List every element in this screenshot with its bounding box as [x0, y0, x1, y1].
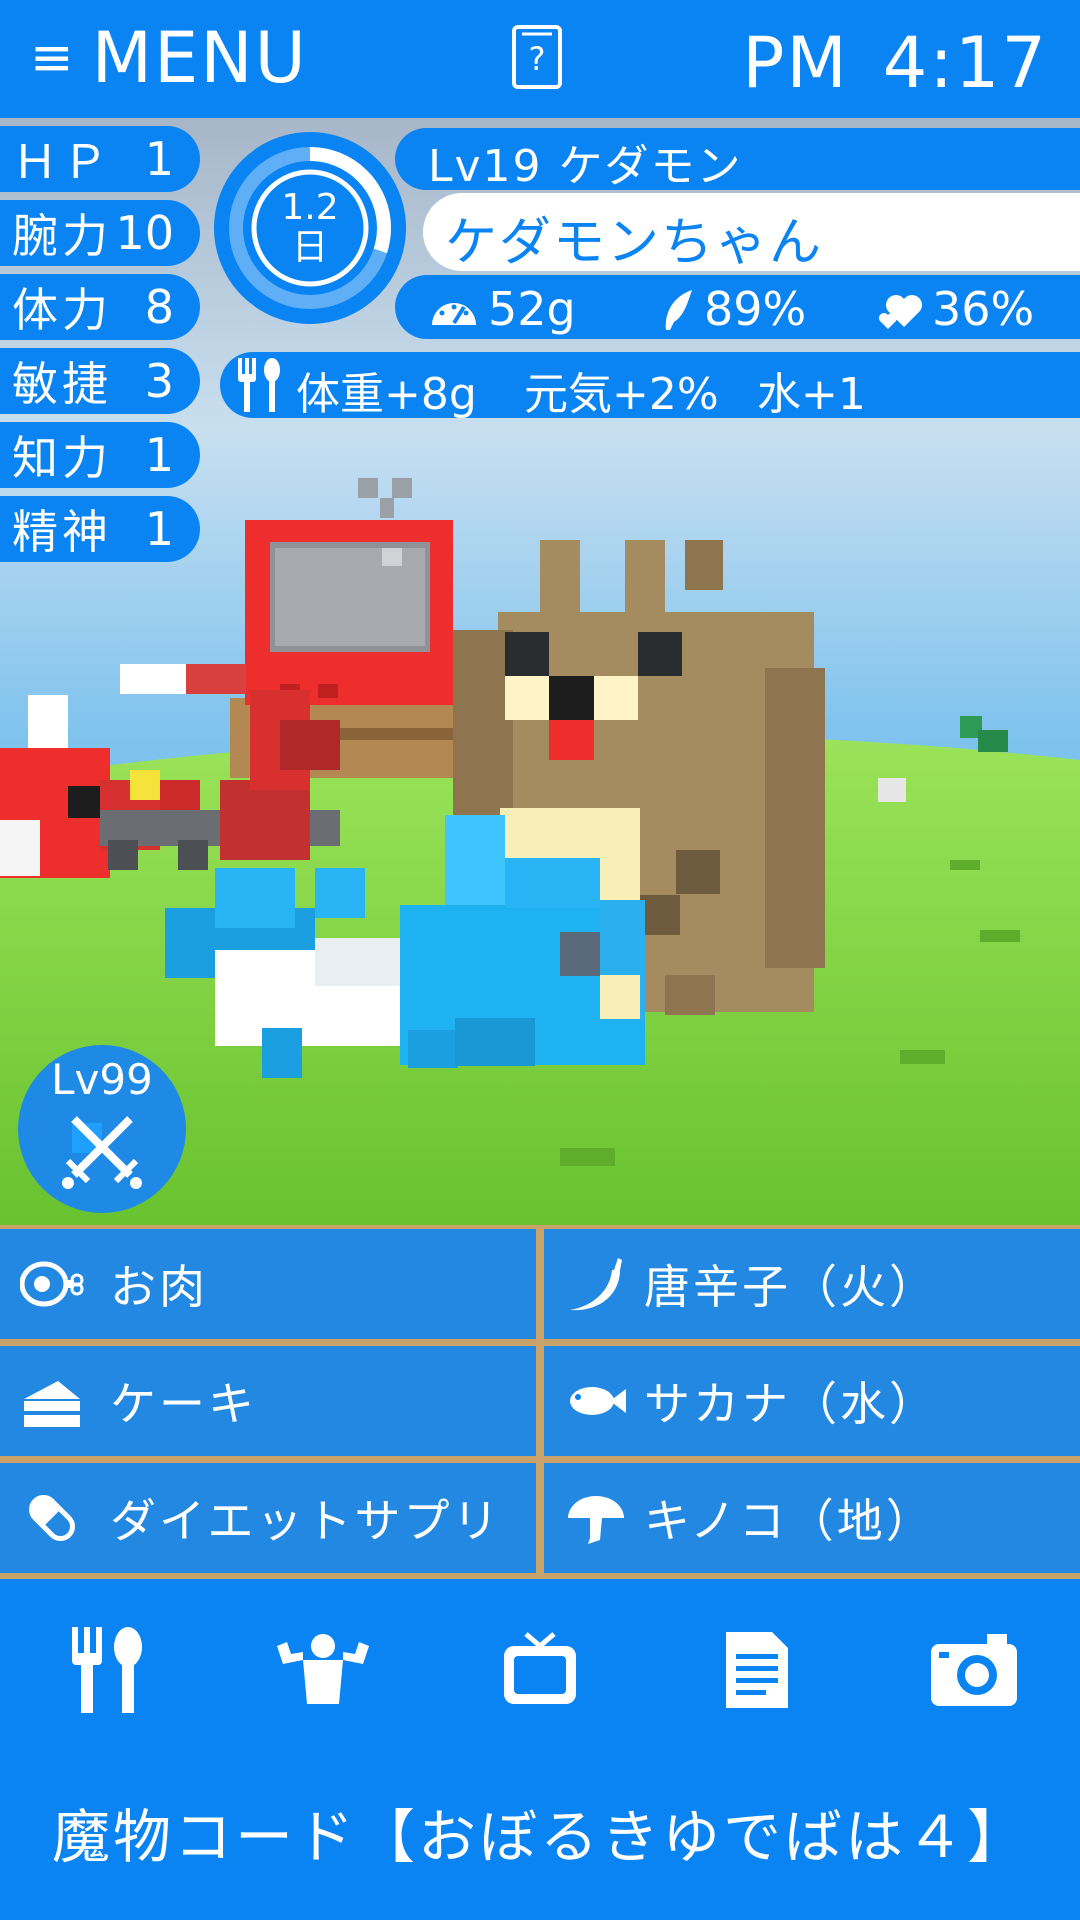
document-icon: [726, 1632, 788, 1708]
fork-spoon-icon: [238, 358, 280, 412]
stat-name: 体力: [12, 283, 112, 337]
day-number: 1.2: [281, 187, 339, 228]
fish-icon: [570, 1387, 626, 1415]
food-item-cake[interactable]: ケーキ: [0, 1346, 536, 1456]
food-item-chili[interactable]: 唐辛子（火）: [544, 1229, 1080, 1339]
nav-document[interactable]: [707, 1620, 807, 1720]
weight-value: 52g: [488, 282, 576, 336]
effect-energy: 元気+2%: [524, 369, 719, 420]
clock: PM 4:17: [742, 22, 1048, 104]
energy-metric: 89%: [660, 282, 806, 336]
weight-metric: 52g: [428, 282, 576, 336]
menu-label: MENU: [91, 17, 308, 99]
fork-spoon-icon: [72, 1627, 142, 1713]
stat-value: 10: [115, 206, 174, 260]
stat-name: 敏捷: [12, 357, 112, 411]
day-counter: 1.2 日: [212, 188, 408, 268]
stat-name: 腕力: [12, 209, 112, 263]
food-label: サカナ（水）: [644, 1377, 938, 1431]
camera-icon: [931, 1634, 1017, 1706]
stat-value: 8: [144, 280, 174, 334]
energy-value: 89%: [704, 282, 807, 336]
monster-code: 魔物コード【おぼるきゆでばは４】: [51, 1803, 1028, 1871]
energy-leaf-icon: [665, 290, 692, 330]
hearts-icon: [879, 295, 922, 329]
scale-gauge-icon: [432, 303, 476, 325]
stat-spirit: 精神 1: [0, 496, 200, 562]
menu-button[interactable]: ≡ MENU: [30, 17, 308, 99]
nav-tv[interactable]: [490, 1620, 590, 1720]
pet-name: ケダモンちゃん: [445, 213, 824, 273]
help-card-icon: ?: [512, 25, 562, 89]
tv-icon: [504, 1632, 576, 1704]
food-item-mushroom[interactable]: キノコ（地）: [544, 1463, 1080, 1573]
affection-metric: 36%: [876, 282, 1034, 336]
pet-level-species: Lv19 ケダモン: [428, 141, 743, 192]
stat-hp: ＨＰ 1: [0, 126, 200, 192]
effect-water: 水+1: [757, 369, 866, 420]
meat-icon: [20, 1261, 84, 1307]
nav-camera[interactable]: [924, 1620, 1024, 1720]
stat-name: ＨＰ: [12, 135, 112, 189]
stat-value: 1: [144, 502, 174, 556]
food-item-pill[interactable]: ダイエットサプリ: [0, 1463, 536, 1573]
stat-name: 知力: [12, 431, 112, 485]
pill-icon: [29, 1495, 75, 1541]
food-label: ダイエットサプリ: [110, 1494, 502, 1548]
food-item-meat[interactable]: お肉: [0, 1229, 536, 1339]
food-label: 唐辛子（火）: [644, 1260, 938, 1314]
stat-agility: 敏捷 3: [0, 348, 200, 414]
stat-name: 精神: [12, 505, 112, 559]
food-label: ケーキ: [110, 1377, 257, 1431]
stat-intelligence: 知力 1: [0, 422, 200, 488]
food-label: お肉: [110, 1260, 208, 1314]
effect-weight: 体重+8g: [296, 369, 477, 420]
stat-value: 1: [144, 132, 174, 186]
day-unit: 日: [291, 227, 328, 268]
nav-train[interactable]: [273, 1620, 373, 1720]
clock-time: 4:17: [882, 22, 1048, 104]
stat-strength: 腕力 10: [0, 200, 200, 266]
crossed-swords-icon: [62, 1116, 142, 1189]
help-glyph: ?: [529, 40, 546, 78]
muscle-icon: [277, 1634, 369, 1704]
stat-value: 3: [144, 354, 174, 408]
stat-value: 1: [144, 428, 174, 482]
mushroom-icon: [568, 1496, 624, 1544]
food-label: キノコ（地）: [644, 1494, 935, 1548]
food-item-fish[interactable]: サカナ（水）: [544, 1346, 1080, 1456]
affection-value: 36%: [932, 282, 1035, 336]
hamburger-icon: ≡: [30, 28, 74, 88]
help-button[interactable]: ?: [511, 24, 563, 90]
cake-icon: [24, 1381, 80, 1427]
clock-ampm: PM: [742, 22, 849, 104]
nav-feed[interactable]: [56, 1620, 156, 1720]
battle-level: Lv99: [51, 1055, 153, 1104]
chili-icon: [570, 1258, 622, 1311]
stat-stamina: 体力 8: [0, 274, 200, 340]
